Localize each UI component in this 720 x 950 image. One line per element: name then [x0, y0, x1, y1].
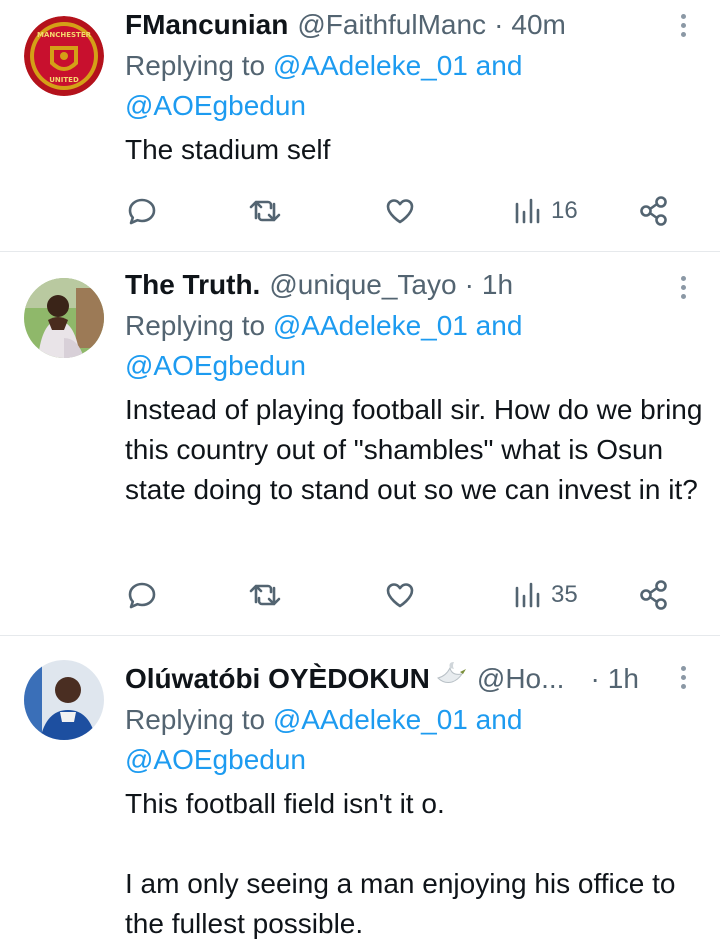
retweet-icon [249, 200, 281, 222]
tweet-text: Instead of playing football sir. How do … [125, 394, 703, 505]
timestamp[interactable]: 1h [608, 662, 639, 696]
avatar[interactable] [24, 660, 104, 740]
display-name[interactable]: FMancunian [125, 8, 288, 42]
dove-icon [434, 660, 468, 696]
reply-icon [128, 198, 156, 225]
share-button[interactable] [637, 194, 671, 228]
display-name[interactable]: The Truth. [125, 268, 260, 302]
replying-to: Replying to @AAdeleke_01 and @AOEgbedun [125, 306, 704, 386]
mention-link[interactable]: @AAdeleke_01 [273, 704, 468, 735]
mention-link[interactable]: @AAdeleke_01 [273, 50, 468, 81]
mention-link[interactable]: @AAdeleke_01 [273, 310, 468, 341]
analytics-icon [515, 198, 540, 224]
user-handle[interactable]: @FaithfulManc [297, 8, 486, 42]
svg-text:UNITED: UNITED [49, 76, 79, 84]
timestamp[interactable]: 1h [482, 268, 513, 302]
view-count: 16 [551, 197, 578, 224]
svg-text:MANCHESTER: MANCHESTER [37, 31, 92, 39]
separator-dot: · [590, 663, 600, 694]
tweet-card[interactable]: MANCHESTER UNITED FMancunian @FaithfulMa… [0, 0, 720, 252]
more-options-icon[interactable] [680, 666, 688, 693]
more-options-icon[interactable] [680, 14, 688, 41]
tweet-text: This football field isn't it o. I am onl… [125, 788, 676, 939]
share-icon [640, 580, 667, 610]
avatar[interactable] [24, 278, 104, 358]
retweet-button[interactable] [247, 578, 283, 612]
replying-prefix: Replying to [125, 50, 266, 81]
more-options-icon[interactable] [680, 276, 688, 303]
replying-and[interactable]: and [476, 50, 523, 81]
avatar[interactable]: MANCHESTER UNITED [24, 16, 104, 96]
replying-and[interactable]: and [476, 704, 523, 735]
heart-icon [386, 199, 414, 224]
view-count: 35 [551, 581, 578, 608]
mention-link[interactable]: @AOEgbedun [125, 90, 306, 121]
timestamp[interactable]: 40m [511, 8, 565, 42]
reply-button[interactable] [125, 578, 159, 612]
share-icon [640, 196, 667, 226]
tweet-card[interactable]: Olúwatóbi OYÈDOKUN @Ho... · 1h Replying … [0, 636, 720, 950]
replying-and[interactable]: and [476, 310, 523, 341]
replying-prefix: Replying to [125, 704, 266, 735]
share-button[interactable] [637, 578, 671, 612]
display-name[interactable]: Olúwatóbi OYÈDOKUN [125, 662, 430, 696]
analytics-icon [515, 582, 540, 608]
tweet-text: The stadium self [125, 134, 331, 165]
like-button[interactable] [383, 578, 417, 612]
tweet-card[interactable]: The Truth. @unique_Tayo · 1h Replying to… [0, 252, 720, 636]
replying-to: Replying to @AAdeleke_01 and @AOEgbedun [125, 46, 704, 126]
user-handle[interactable]: @unique_Tayo [269, 268, 456, 302]
user-handle[interactable]: @Ho... [477, 662, 565, 696]
retweet-icon [249, 584, 281, 606]
reply-button[interactable] [125, 194, 159, 228]
views-button[interactable]: 35 [513, 578, 578, 612]
tweet-actions: 35 [125, 578, 680, 614]
like-button[interactable] [383, 194, 417, 228]
reply-icon [128, 582, 156, 609]
mention-link[interactable]: @AOEgbedun [125, 744, 306, 775]
replying-to: Replying to @AAdeleke_01 and @AOEgbedun [125, 700, 704, 780]
retweet-button[interactable] [247, 194, 283, 228]
separator-dot: · [464, 269, 474, 300]
views-button[interactable]: 16 [513, 194, 578, 228]
tweet-actions: 16 [125, 194, 680, 230]
mention-link[interactable]: @AOEgbedun [125, 350, 306, 381]
heart-icon [386, 583, 414, 608]
separator-dot: · [494, 9, 504, 40]
replying-prefix: Replying to [125, 310, 266, 341]
